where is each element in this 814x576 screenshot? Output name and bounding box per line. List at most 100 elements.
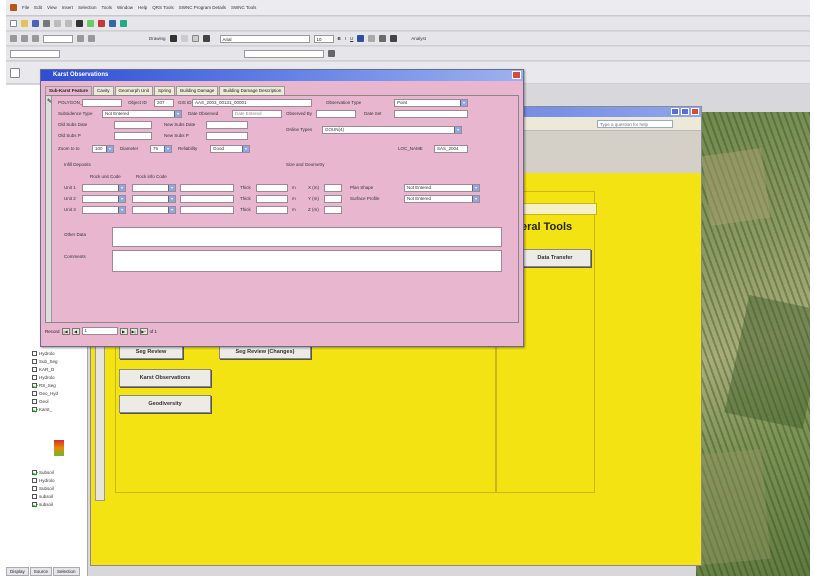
- date-observed-field[interactable]: Date Entered: [232, 110, 282, 118]
- ask-question-input[interactable]: Type a question for help: [597, 120, 673, 128]
- cut-icon[interactable]: [54, 20, 61, 27]
- toc-layer[interactable]: KAR_O: [32, 367, 54, 372]
- toc-layer[interactable]: Karst_: [32, 407, 52, 412]
- menu-edit[interactable]: Edit: [34, 5, 42, 10]
- zoom-out-icon[interactable]: [21, 35, 28, 42]
- dropdown-arrow-icon[interactable]: [118, 196, 125, 202]
- marker-color-icon[interactable]: [390, 35, 398, 42]
- close-icon[interactable]: [691, 108, 699, 115]
- seg-review-button[interactable]: Seg Review: [119, 345, 183, 359]
- menu-help[interactable]: Help: [138, 5, 147, 10]
- dropdown-arrow-icon[interactable]: [118, 185, 125, 191]
- x-m-field[interactable]: [324, 184, 342, 192]
- toc-layer[interactable]: Hydrolo: [32, 478, 55, 483]
- tab-source[interactable]: Source: [29, 567, 53, 576]
- drawing-menu[interactable]: Drawing: [149, 36, 166, 41]
- reliability-select[interactable]: Good: [210, 145, 250, 153]
- dropdown-arrow-icon[interactable]: [164, 146, 171, 152]
- comments-field[interactable]: [112, 250, 502, 272]
- loc-name-field[interactable]: SAS_2004: [434, 145, 468, 153]
- unit3-rock-info-select[interactable]: [132, 206, 176, 214]
- dropdown-arrow-icon[interactable]: [460, 100, 467, 106]
- unit1-rock-info-select[interactable]: [132, 184, 176, 192]
- new-subs-date-field[interactable]: [206, 121, 248, 129]
- last-record-button[interactable]: ▶|: [129, 327, 138, 335]
- menu-insert[interactable]: Insert: [62, 5, 73, 10]
- object-id-field[interactable]: 207: [154, 99, 174, 107]
- unit3-rock-unit-select[interactable]: [82, 206, 126, 214]
- toc-layer[interactable]: Geol: [32, 399, 49, 404]
- menu-view[interactable]: View: [47, 5, 57, 10]
- toc-layer[interactable]: subsoil: [32, 494, 53, 499]
- unit2-rock-info-select[interactable]: [132, 195, 176, 203]
- add-data-icon[interactable]: [87, 20, 94, 27]
- tab-display[interactable]: Display: [6, 567, 29, 576]
- plan-shape-select[interactable]: Not Entered: [404, 184, 480, 192]
- scale-select[interactable]: [43, 34, 73, 43]
- back-extent-icon[interactable]: [88, 35, 95, 42]
- next-record-button[interactable]: ▶: [119, 327, 128, 335]
- zoom-in-icon[interactable]: [10, 35, 17, 42]
- zoom-select[interactable]: 100: [92, 145, 114, 153]
- prev-record-button[interactable]: ◀: [71, 327, 80, 335]
- tab-cavity[interactable]: Cavity: [93, 86, 114, 95]
- tool-icon[interactable]: [10, 67, 20, 78]
- editor-icon[interactable]: [98, 20, 105, 27]
- font-color-icon[interactable]: [357, 35, 365, 42]
- layout-icon[interactable]: [328, 50, 335, 57]
- font-select[interactable]: Arial: [219, 34, 310, 43]
- bold-button[interactable]: B: [338, 36, 341, 41]
- tab-building-damage[interactable]: Building Damage: [176, 86, 219, 95]
- unit2-extra-field[interactable]: [180, 195, 234, 203]
- dropdown-arrow-icon[interactable]: [174, 111, 181, 117]
- seg-review-changes-button[interactable]: Seg Review (Changes): [219, 345, 311, 359]
- dropdown-arrow-icon[interactable]: [472, 196, 479, 202]
- copy-icon[interactable]: [65, 20, 72, 27]
- rotate-icon[interactable]: [180, 35, 188, 42]
- print-icon[interactable]: [43, 20, 50, 27]
- font-size-select[interactable]: 10: [313, 34, 334, 43]
- layer-select[interactable]: [10, 49, 60, 58]
- toc-layer[interactable]: Geo_Hyd: [32, 391, 58, 396]
- online-types-select[interactable]: GOUN(4): [322, 126, 462, 134]
- full-extent-icon[interactable]: [77, 35, 84, 42]
- open-icon[interactable]: [21, 20, 28, 27]
- tab-sub-karst[interactable]: Sub-Karst Feature: [45, 86, 93, 95]
- record-number-field[interactable]: 1: [81, 327, 118, 335]
- dropdown-arrow-icon[interactable]: [168, 207, 175, 213]
- toc-layer[interactable]: RS_Seg: [32, 383, 56, 388]
- aerial-map[interactable]: [696, 112, 810, 576]
- italic-button[interactable]: I: [345, 36, 346, 41]
- minimize-icon[interactable]: [671, 108, 679, 115]
- toc-layer[interactable]: Hydrolo: [32, 375, 55, 380]
- pan-icon[interactable]: [32, 35, 39, 42]
- menu-window[interactable]: Window: [117, 5, 133, 10]
- dropdown-arrow-icon[interactable]: [242, 146, 249, 152]
- polygon-id-field[interactable]: [82, 99, 122, 107]
- dropdown-arrow-icon[interactable]: [472, 185, 479, 191]
- toc-layer[interactable]: Subsoil: [32, 470, 54, 475]
- unit3-thick-field[interactable]: [256, 206, 288, 214]
- rectangle-icon[interactable]: [191, 35, 199, 42]
- date-set-field[interactable]: [394, 110, 468, 118]
- observation-type-select[interactable]: Point: [394, 99, 468, 107]
- old-subs-p-field[interactable]: [114, 132, 152, 140]
- menu-file[interactable]: File: [22, 5, 29, 10]
- menu-program-details[interactable]: SWNC Program Details: [179, 5, 226, 10]
- text-icon[interactable]: [202, 35, 210, 42]
- dropdown-arrow-icon[interactable]: [106, 146, 113, 152]
- save-icon[interactable]: [32, 20, 39, 27]
- catalog-icon[interactable]: [109, 20, 116, 27]
- data-transfer-button[interactable]: Data Transfer: [519, 249, 591, 267]
- unit2-thick-field[interactable]: [256, 195, 288, 203]
- unit1-rock-unit-select[interactable]: [82, 184, 126, 192]
- toc-layer[interactable]: Subsoil: [32, 486, 54, 491]
- y-m-field[interactable]: [324, 195, 342, 203]
- new-icon[interactable]: [10, 20, 17, 27]
- fill-color-icon[interactable]: [368, 35, 376, 42]
- new-subs-p-field[interactable]: [206, 132, 248, 140]
- target-select[interactable]: [244, 49, 324, 58]
- dropdown-arrow-icon[interactable]: [118, 207, 125, 213]
- tab-geomorph-unit[interactable]: Geomorph Unit: [114, 86, 154, 95]
- subsidence-type-select[interactable]: Not Entered: [102, 110, 182, 118]
